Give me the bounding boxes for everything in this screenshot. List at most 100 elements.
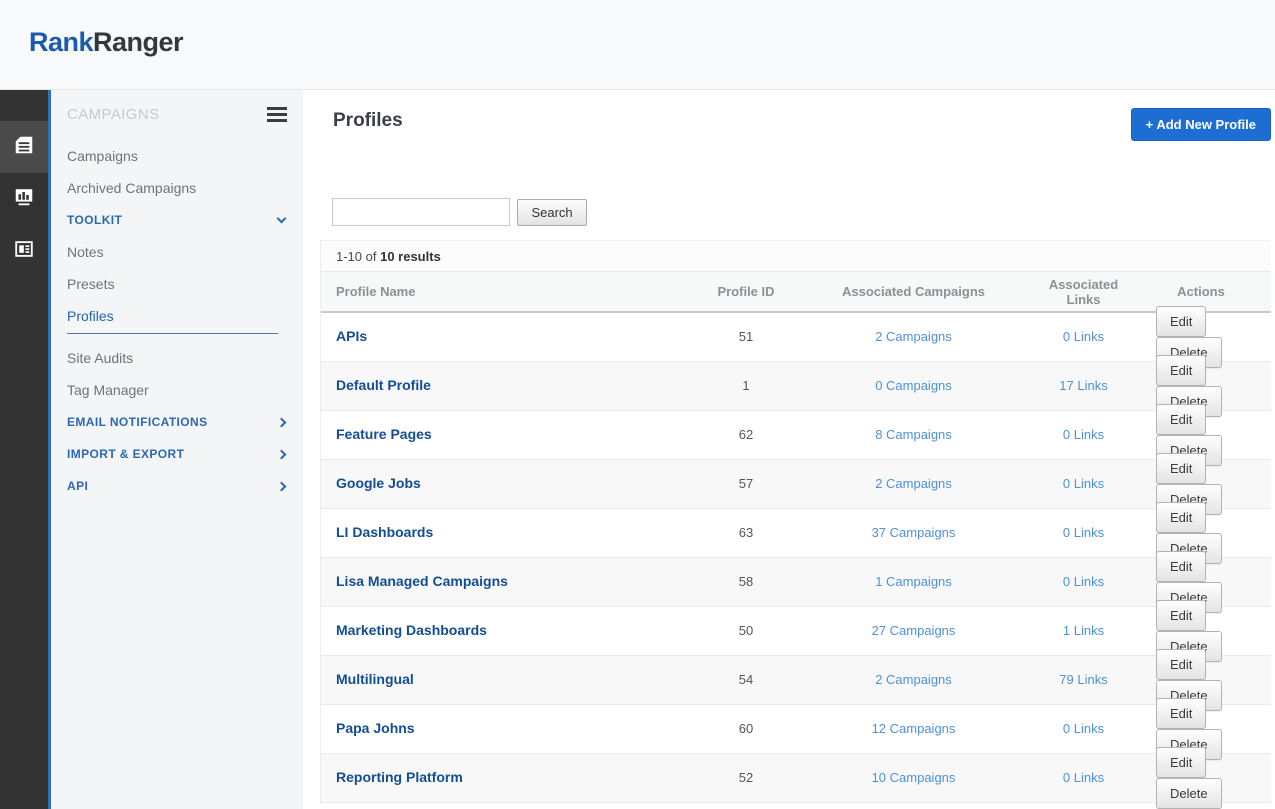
logo-rank-text: Rank — [29, 27, 93, 57]
table-row: Multilingual 54 2 Campaigns 79 Links Edi… — [321, 656, 1271, 705]
sidebar-item-import-export-label: IMPORT & EXPORT — [67, 447, 184, 461]
icon-rail — [0, 90, 51, 809]
table-row: Google Jobs 57 2 Campaigns 0 Links Edit … — [321, 460, 1271, 509]
table-body: APIs 51 2 Campaigns 0 Links Edit Delete … — [321, 313, 1271, 803]
main-content: Profiles + Add New Profile Search 1-10 o… — [303, 90, 1275, 809]
chevron-down-icon — [277, 214, 287, 224]
delete-button[interactable]: Delete — [1156, 778, 1222, 809]
sidebar-item-import-export[interactable]: IMPORT & EXPORT — [51, 438, 303, 470]
profile-name-link[interactable]: Google Jobs — [336, 475, 421, 491]
associated-campaigns-link[interactable]: 2 Campaigns — [875, 672, 952, 687]
associated-campaigns-link[interactable]: 8 Campaigns — [875, 427, 952, 442]
rail-item-reports[interactable] — [0, 173, 48, 225]
sidebar-item-notes[interactable]: Notes — [51, 236, 303, 268]
column-header-profile-id: Profile ID — [701, 284, 791, 299]
table-row: Reporting Platform 52 10 Campaigns 0 Lin… — [321, 754, 1271, 803]
profile-name-link[interactable]: Multilingual — [336, 671, 414, 687]
associated-links-link[interactable]: 0 Links — [1063, 525, 1104, 540]
column-header-actions: Actions — [1131, 284, 1271, 299]
profile-id-value: 1 — [742, 378, 749, 393]
profile-id-value: 52 — [739, 770, 753, 785]
rankranger-logo[interactable]: RankRanger — [29, 27, 183, 58]
sidebar-item-email-notifications[interactable]: EMAIL NOTIFICATIONS — [51, 406, 303, 438]
associated-links-link[interactable]: 0 Links — [1063, 574, 1104, 589]
sidebar-section-title: CAMPAIGNS — [67, 106, 160, 123]
profile-name-link[interactable]: APIs — [336, 328, 367, 344]
table-row: APIs 51 2 Campaigns 0 Links Edit Delete — [321, 313, 1271, 362]
profile-id-value: 58 — [739, 574, 753, 589]
table-row: LI Dashboards 63 37 Campaigns 0 Links Ed… — [321, 509, 1271, 558]
edit-button[interactable]: Edit — [1156, 306, 1206, 337]
associated-campaigns-link[interactable]: 37 Campaigns — [872, 525, 956, 540]
sidebar-item-toolkit-label: TOOLKIT — [67, 213, 122, 227]
sidebar-item-email-notifications-label: EMAIL NOTIFICATIONS — [67, 415, 208, 429]
sidebar-item-presets[interactable]: Presets — [51, 268, 303, 300]
table-row: Feature Pages 62 8 Campaigns 0 Links Edi… — [321, 411, 1271, 460]
column-header-associated-campaigns: Associated Campaigns — [791, 284, 1036, 299]
news-layout-icon — [13, 238, 35, 265]
page-header: RankRanger — [0, 0, 1275, 90]
associated-links-link[interactable]: 0 Links — [1063, 329, 1104, 344]
associated-links-link[interactable]: 17 Links — [1059, 378, 1107, 393]
chevron-right-icon — [277, 417, 287, 427]
edit-button[interactable]: Edit — [1156, 698, 1206, 729]
chevron-right-icon — [277, 481, 287, 491]
edit-button[interactable]: Edit — [1156, 453, 1206, 484]
results-count-prefix: 1-10 of — [336, 249, 380, 264]
edit-button[interactable]: Edit — [1156, 551, 1206, 582]
profile-name-link[interactable]: LI Dashboards — [336, 524, 433, 540]
sidebar-item-campaigns[interactable]: Campaigns — [51, 140, 303, 172]
profile-name-link[interactable]: Papa Johns — [336, 720, 415, 736]
associated-campaigns-link[interactable]: 27 Campaigns — [872, 623, 956, 638]
sidebar-item-api[interactable]: API — [51, 470, 303, 502]
edit-button[interactable]: Edit — [1156, 404, 1206, 435]
associated-campaigns-link[interactable]: 2 Campaigns — [875, 476, 952, 491]
sidebar-item-archived-campaigns[interactable]: Archived Campaigns — [51, 172, 303, 204]
edit-button[interactable]: Edit — [1156, 747, 1206, 778]
table-row: Marketing Dashboards 50 27 Campaigns 1 L… — [321, 607, 1271, 656]
sidebar-collapse-hamburger-icon[interactable] — [267, 102, 287, 127]
profile-id-value: 60 — [739, 721, 753, 736]
profile-name-link[interactable]: Marketing Dashboards — [336, 622, 487, 638]
associated-links-link[interactable]: 1 Links — [1063, 623, 1104, 638]
edit-button[interactable]: Edit — [1156, 502, 1206, 533]
reports-bar-chart-icon — [13, 186, 35, 213]
associated-links-link[interactable]: 0 Links — [1063, 721, 1104, 736]
profile-name-link[interactable]: Reporting Platform — [336, 769, 463, 785]
add-new-profile-button[interactable]: + Add New Profile — [1131, 108, 1271, 141]
sidebar-item-tag-manager[interactable]: Tag Manager — [51, 374, 303, 406]
search-input[interactable] — [332, 198, 510, 226]
profile-id-value: 54 — [739, 672, 753, 687]
profile-id-value: 50 — [739, 623, 753, 638]
sidebar-item-toolkit[interactable]: TOOLKIT — [51, 204, 303, 236]
table-row: Lisa Managed Campaigns 58 1 Campaigns 0 … — [321, 558, 1271, 607]
table-row: Default Profile 1 0 Campaigns 17 Links E… — [321, 362, 1271, 411]
profile-name-link[interactable]: Feature Pages — [336, 426, 432, 442]
table-row: Papa Johns 60 12 Campaigns 0 Links Edit … — [321, 705, 1271, 754]
edit-button[interactable]: Edit — [1156, 600, 1206, 631]
sidebar-item-site-audits[interactable]: Site Audits — [51, 342, 303, 374]
associated-links-link[interactable]: 79 Links — [1059, 672, 1107, 687]
edit-button[interactable]: Edit — [1156, 355, 1206, 386]
rail-item-campaigns[interactable] — [0, 121, 48, 173]
sidebar-item-profiles[interactable]: Profiles — [51, 300, 303, 342]
results-count-bold: 10 results — [380, 249, 441, 264]
associated-campaigns-link[interactable]: 12 Campaigns — [872, 721, 956, 736]
associated-links-link[interactable]: 0 Links — [1063, 770, 1104, 785]
profile-name-link[interactable]: Default Profile — [336, 377, 431, 393]
search-button[interactable]: Search — [517, 199, 586, 226]
campaigns-document-icon — [13, 134, 35, 161]
associated-links-link[interactable]: 0 Links — [1063, 427, 1104, 442]
associated-campaigns-link[interactable]: 0 Campaigns — [875, 378, 952, 393]
sidebar-item-api-label: API — [67, 479, 88, 493]
results-count: 1-10 of 10 results — [321, 241, 1271, 272]
associated-links-link[interactable]: 0 Links — [1063, 476, 1104, 491]
profiles-table: 1-10 of 10 results Profile Name Profile … — [320, 240, 1271, 803]
rail-item-news[interactable] — [0, 225, 48, 277]
associated-campaigns-link[interactable]: 2 Campaigns — [875, 329, 952, 344]
associated-campaigns-link[interactable]: 10 Campaigns — [872, 770, 956, 785]
edit-button[interactable]: Edit — [1156, 649, 1206, 680]
associated-campaigns-link[interactable]: 1 Campaigns — [875, 574, 952, 589]
column-header-profile-name: Profile Name — [321, 284, 701, 299]
profile-name-link[interactable]: Lisa Managed Campaigns — [336, 573, 508, 589]
